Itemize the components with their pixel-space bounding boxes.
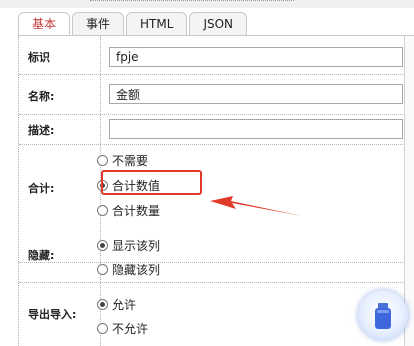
- annotation-arrow-icon: [210, 196, 302, 216]
- usb-drive-icon: [375, 303, 391, 329]
- floating-usb-button[interactable]: [358, 290, 408, 340]
